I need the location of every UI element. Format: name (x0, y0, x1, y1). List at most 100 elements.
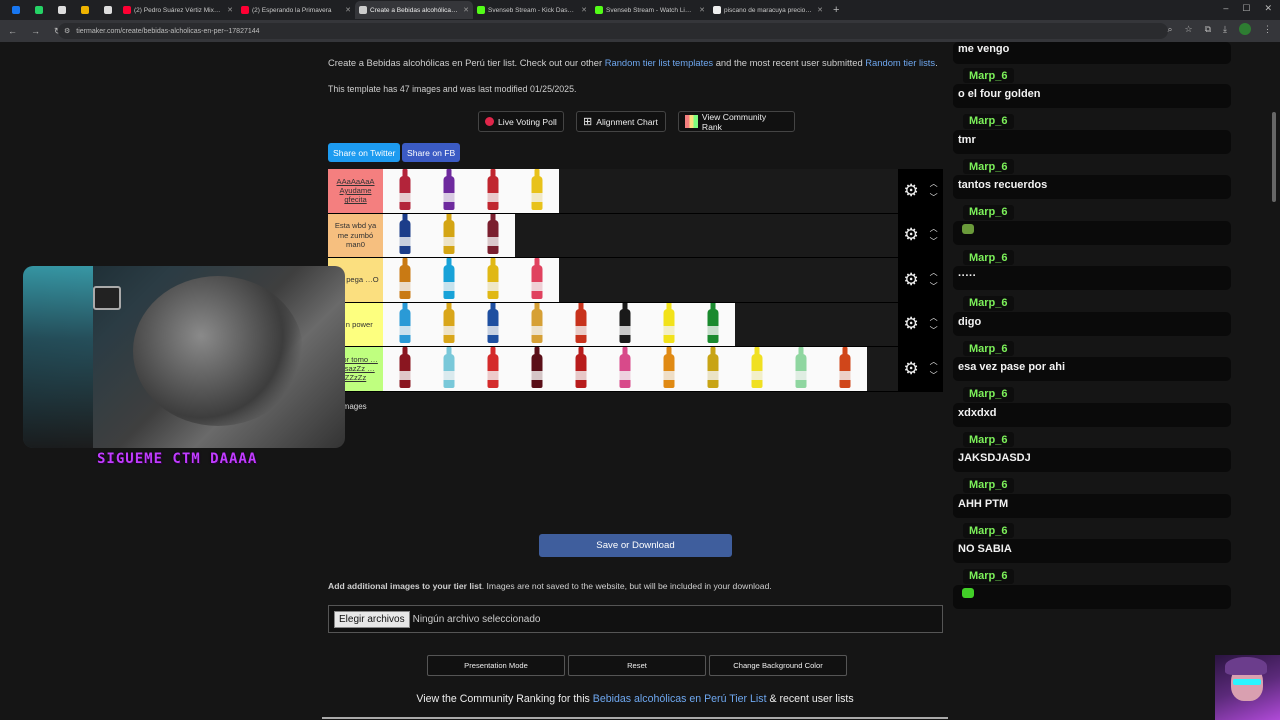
tier-item[interactable] (559, 302, 603, 346)
page-scrollbar[interactable] (1272, 112, 1276, 202)
maximize-icon[interactable]: ☐ (1242, 3, 1250, 14)
tab-close-icon[interactable]: ✕ (581, 6, 587, 14)
downloads-icon[interactable]: ⤓ (1223, 24, 1227, 35)
site-info-icon[interactable]: ⚙ (64, 27, 70, 35)
save-download-button[interactable]: Save or Download (539, 534, 732, 557)
gear-icon[interactable]: ⚙ (903, 270, 918, 290)
tier-item[interactable] (383, 169, 427, 213)
community-rank-button[interactable]: View Community Rank (678, 111, 795, 132)
tier-label[interactable]: Esta wbd ya me zumbó man0 (328, 213, 383, 257)
random-tierlists-link[interactable]: Random tier lists (865, 57, 935, 68)
tier-item[interactable] (471, 258, 515, 302)
file-upload-input[interactable]: Elegir archivos Ningún archivo seleccion… (328, 605, 943, 633)
tab-close-icon[interactable]: ✕ (463, 6, 469, 14)
reset-button[interactable]: Reset (568, 655, 706, 676)
tier-item[interactable] (559, 347, 603, 391)
chevron-up-icon[interactable]: ︿ (930, 266, 938, 280)
tier-item[interactable] (427, 213, 471, 257)
zoom-icon[interactable]: ⌕ (1167, 24, 1172, 35)
back-icon[interactable]: ← (8, 26, 17, 36)
live-voting-button[interactable]: Live Voting Poll (478, 111, 564, 132)
tier-item[interactable] (515, 302, 559, 346)
random-templates-link[interactable]: Random tier list templates (605, 57, 713, 68)
tier-item[interactable] (471, 169, 515, 213)
chevron-up-icon[interactable]: ︿ (930, 177, 938, 191)
browser-tab[interactable]: Svenseb Stream - Watch Live o… ✕ (591, 1, 709, 19)
browser-tab[interactable] (96, 1, 119, 19)
chat-username[interactable]: Marp_6 (963, 341, 1014, 356)
chat-username[interactable]: Marp_6 (963, 386, 1014, 402)
tier-item[interactable] (427, 169, 471, 213)
tier-item[interactable] (647, 302, 691, 346)
tab-close-icon[interactable]: ✕ (227, 6, 233, 14)
chat-username[interactable]: Marp_6 (963, 159, 1014, 174)
chat-username[interactable]: Marp_6 (963, 477, 1014, 493)
chevron-up-icon[interactable]: ︿ (930, 355, 938, 369)
tab-close-icon[interactable]: ✕ (345, 6, 351, 14)
tier-label[interactable]: AAaAaAaA Ayudame gfecita (328, 169, 383, 213)
tier-item[interactable] (427, 347, 471, 391)
tab-close-icon[interactable]: ✕ (817, 6, 823, 14)
tier-item[interactable] (603, 347, 647, 391)
tier-item[interactable] (603, 302, 647, 346)
forward-icon[interactable]: → (31, 26, 40, 36)
chat-username[interactable]: Marp_6 (963, 68, 1014, 83)
chevron-down-icon[interactable]: ﹀ (930, 235, 938, 249)
change-bg-button[interactable]: Change Background Color (709, 655, 847, 676)
browser-tab[interactable]: Svenseb Stream - Kick Dashbo… ✕ (473, 1, 591, 19)
browser-tab[interactable]: piscano de maracuya precio - B… ✕ (709, 1, 827, 19)
tier-item[interactable] (471, 347, 515, 391)
tier-item[interactable] (515, 258, 559, 302)
community-ranking-link[interactable]: Bebidas alcohólicas en Perú Tier List (593, 693, 767, 705)
browser-tab[interactable] (73, 1, 96, 19)
chevron-down-icon[interactable]: ﹀ (930, 324, 938, 338)
tier-item[interactable] (691, 347, 735, 391)
tier-item[interactable] (471, 213, 515, 257)
chevron-up-icon[interactable]: ︿ (930, 311, 938, 325)
minimize-icon[interactable]: – (1223, 3, 1228, 14)
browser-tab[interactable] (50, 1, 73, 19)
tier-item[interactable] (735, 347, 779, 391)
browser-tab[interactable] (27, 1, 50, 19)
tier-item[interactable] (383, 347, 427, 391)
tier-item[interactable] (383, 258, 427, 302)
share-twitter-button[interactable]: Share on Twitter (328, 143, 401, 162)
browser-tab[interactable]: (2) Pedro Suárez Vértiz Mix aca… ✕ (119, 1, 237, 19)
chat-username[interactable]: Marp_6 (963, 250, 1014, 265)
menu-icon[interactable]: ⋮ (1263, 24, 1272, 35)
tier-item[interactable] (427, 302, 471, 346)
extensions-icon[interactable]: ⧉ (1205, 24, 1211, 35)
chevron-down-icon[interactable]: ﹀ (930, 369, 938, 383)
chevron-down-icon[interactable]: ﹀ (930, 191, 938, 205)
chat-username[interactable]: Marp_6 (963, 568, 1014, 584)
presentation-mode-button[interactable]: Presentation Mode (427, 655, 565, 676)
gear-icon[interactable]: ⚙ (903, 225, 918, 245)
choose-files-button[interactable]: Elegir archivos (334, 610, 410, 628)
tier-item[interactable] (383, 213, 427, 257)
gear-icon[interactable]: ⚙ (903, 181, 918, 201)
chat-username[interactable]: Marp_6 (963, 432, 1014, 447)
tier-item[interactable] (515, 347, 559, 391)
tier-item[interactable] (823, 347, 867, 391)
browser-tab[interactable]: (2) Esperando la Primavera ✕ (237, 1, 355, 19)
bookmark-star-icon[interactable]: ☆ (1185, 24, 1193, 35)
chat-username[interactable]: Marp_6 (963, 523, 1014, 538)
tier-item[interactable] (383, 302, 427, 346)
browser-tab[interactable] (4, 1, 27, 19)
chat-username[interactable]: Marp_6 (963, 295, 1014, 311)
chevron-up-icon[interactable]: ︿ (930, 222, 938, 236)
tier-item[interactable] (471, 302, 515, 346)
tier-item[interactable] (779, 347, 823, 391)
browser-tab[interactable]: Create a Bebidas alcohólicas en… ✕ (355, 1, 473, 19)
tier-item[interactable] (691, 302, 735, 346)
alignment-chart-button[interactable]: ⊞ Alignment Chart (576, 111, 666, 132)
close-window-icon[interactable]: ✕ (1264, 3, 1272, 14)
gear-icon[interactable]: ⚙ (903, 314, 918, 334)
address-bar[interactable]: ⚙ tiermaker.com/create/bebidas-alcholica… (58, 23, 1168, 39)
share-fb-button[interactable]: Share on FB (402, 143, 461, 162)
chat-username[interactable]: Marp_6 (963, 204, 1014, 220)
tier-item[interactable] (427, 258, 471, 302)
profile-avatar[interactable] (1239, 23, 1251, 35)
chat-username[interactable]: Marp_6 (963, 113, 1014, 129)
new-tab-icon[interactable]: + (833, 4, 839, 16)
